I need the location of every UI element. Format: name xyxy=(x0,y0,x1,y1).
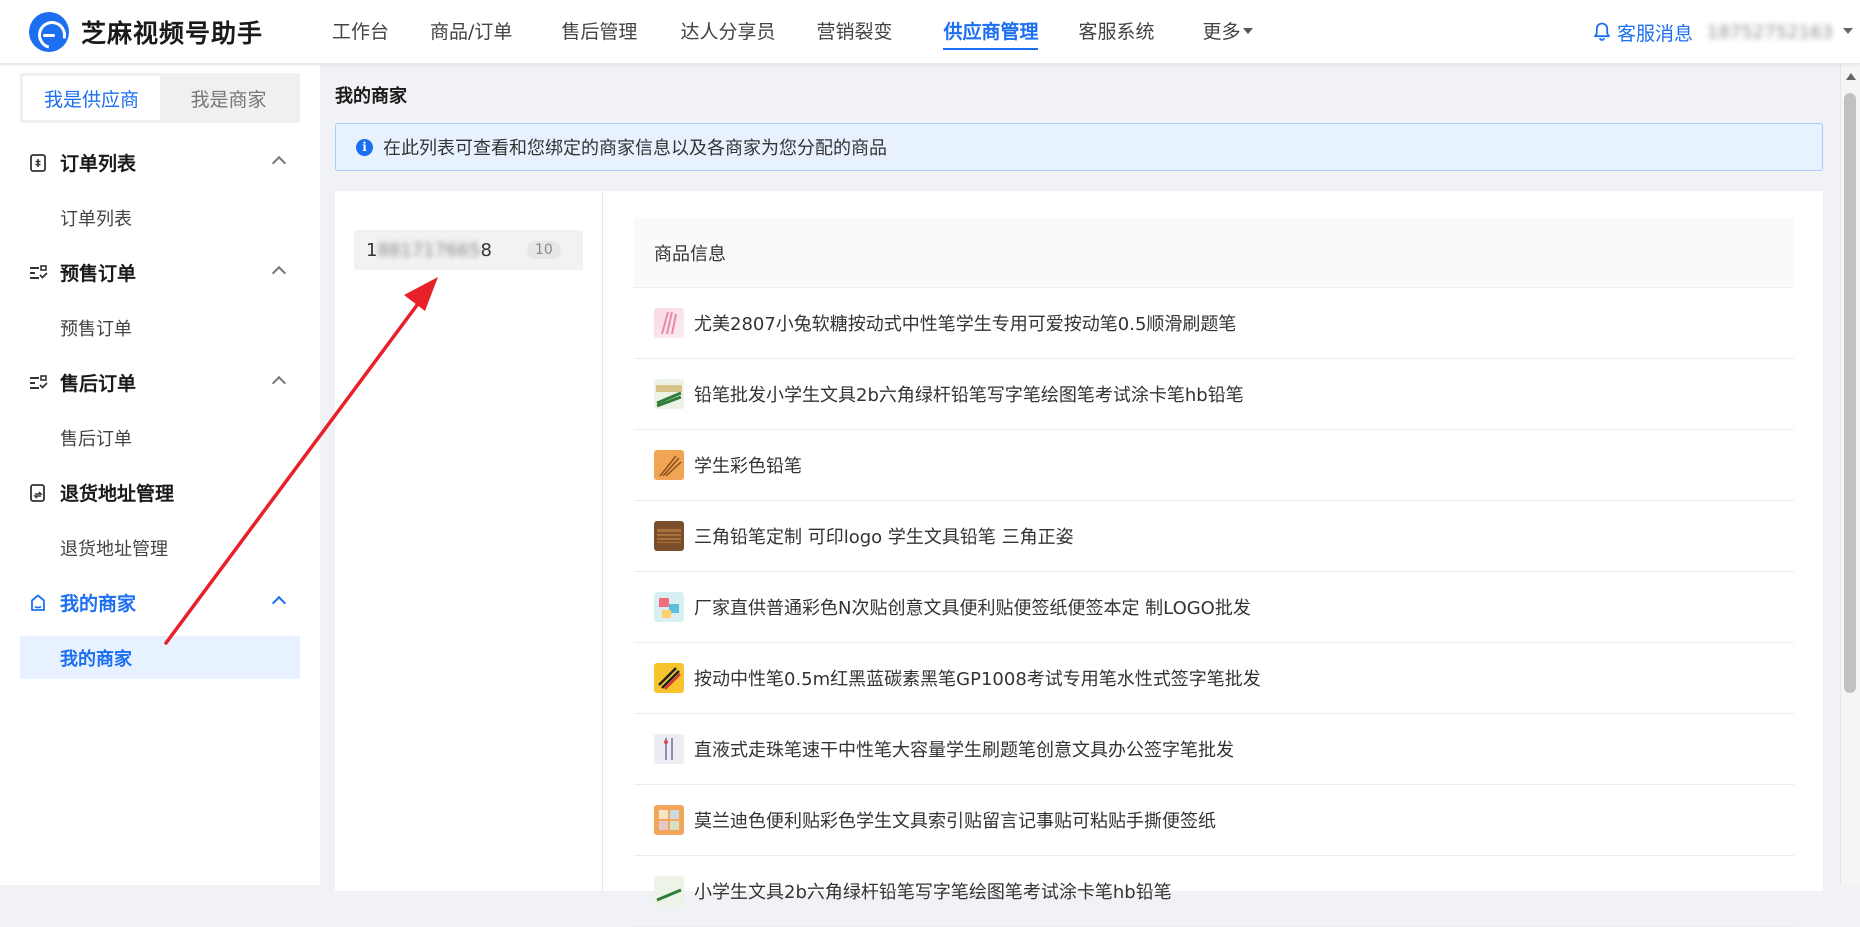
sidebar: 我是供应商 我是商家 订单列表 订单列表 预售订单 预售订单 售后订单 售后订单… xyxy=(0,65,320,885)
chevron-up-icon xyxy=(271,595,287,611)
product-name: 直液式走珠笔速干中性笔大容量学生刷题笔创意文具办公签字笔批发 xyxy=(694,740,1234,761)
service-messages-link[interactable]: 客服消息 xyxy=(1593,0,1693,64)
info-alert-text: 在此列表可查看和您绑定的商家信息以及各商家为您分配的商品 xyxy=(383,138,887,159)
product-thumbnail xyxy=(654,876,684,906)
service-messages-label: 客服消息 xyxy=(1617,22,1694,45)
product-thumbnail xyxy=(654,663,684,693)
product-name: 铅笔批发小学生文具2b六角绿杆铅笔写字笔绘图笔考试涂卡笔hb铅笔 xyxy=(694,385,1244,406)
chevron-down-icon xyxy=(1242,28,1253,34)
app-title: 芝麻视频号助手 xyxy=(81,19,264,48)
table-row[interactable]: 铅笔批发小学生文具2b六角绿杆铅笔写字笔绘图笔考试涂卡笔hb铅笔 xyxy=(634,359,1794,430)
nav-aftersale[interactable]: 售后管理 xyxy=(561,0,637,64)
product-name: 按动中性笔0.5m红黑蓝碳素黑笔GP1008考试专用笔水性式签字笔批发 xyxy=(694,669,1261,690)
role-merchant-tab[interactable]: 我是商家 xyxy=(160,76,297,120)
product-name: 三角铅笔定制 可印logo 学生文具铅笔 三角正姿 xyxy=(694,527,1074,548)
info-icon: i xyxy=(356,138,373,156)
product-thumbnail xyxy=(654,805,684,835)
merchant-list: 18817176658 10 xyxy=(335,191,603,891)
table-row[interactable]: 小学生文具2b六角绿杆铅笔写字笔绘图笔考试涂卡笔hb铅笔 xyxy=(634,856,1794,927)
table-row[interactable]: 学生彩色铅笔 xyxy=(634,430,1794,501)
merchant-product-count: 10 xyxy=(527,241,561,259)
chevron-up-icon xyxy=(271,265,287,281)
product-name: 厂家直供普通彩色N次贴创意文具便利贴便签纸便签本定 制LOGO批发 xyxy=(694,598,1251,619)
merchant-name: 18817176658 xyxy=(366,239,492,261)
nav-sharers[interactable]: 达人分享员 xyxy=(680,0,775,64)
table-row[interactable]: 按动中性笔0.5m红黑蓝碳素黑笔GP1008考试专用笔水性式签字笔批发 xyxy=(634,643,1794,714)
page-title: 我的商家 xyxy=(335,86,407,107)
chevron-up-icon xyxy=(271,375,287,391)
content-panel: 18817176658 10 商品信息 尤美2807小兔软糖按动式中性笔学生专用… xyxy=(335,191,1823,927)
menu-group-title: 订单列表 xyxy=(60,153,137,175)
sidebar-item-presale[interactable]: 预售订单 xyxy=(0,300,320,355)
table-row[interactable]: 尤美2807小兔软糖按动式中性笔学生专用可爱按动笔0.5顺滑刷题笔 xyxy=(634,288,1794,359)
merchant-icon xyxy=(31,594,45,611)
menu-group-title: 我的商家 xyxy=(60,593,137,615)
nav-workbench[interactable]: 工作台 xyxy=(332,0,389,64)
main-content: 我的商家 i 在此列表可查看和您绑定的商家信息以及各商家为您分配的商品 1881… xyxy=(320,65,1840,927)
sidebar-item-order-list[interactable]: 订单列表 xyxy=(0,190,320,245)
product-name: 尤美2807小兔软糖按动式中性笔学生专用可爱按动笔0.5顺滑刷题笔 xyxy=(694,314,1237,335)
product-table-header: 商品信息 xyxy=(634,218,1794,288)
product-thumbnail xyxy=(654,592,684,622)
chevron-up-icon xyxy=(271,155,287,171)
scrollbar-thumb[interactable] xyxy=(1844,93,1856,693)
page-scrollbar[interactable] xyxy=(1840,65,1860,885)
nav-marketing[interactable]: 营销裂变 xyxy=(816,0,892,64)
nav-more[interactable]: 更多 xyxy=(1203,0,1253,64)
merchant-list-item[interactable]: 18817176658 10 xyxy=(354,230,583,270)
info-alert: i 在此列表可查看和您绑定的商家信息以及各商家为您分配的商品 xyxy=(335,123,1823,171)
sidebar-item-aftersale[interactable]: 售后订单 xyxy=(0,410,320,465)
aftersale-icon xyxy=(30,374,48,389)
product-thumbnail xyxy=(654,379,684,409)
table-row[interactable]: 莫兰迪色便利贴彩色学生文具索引贴留言记事贴可粘贴手撕便签纸 xyxy=(634,785,1794,856)
bell-icon xyxy=(1594,22,1610,41)
logo-icon xyxy=(29,12,69,52)
product-name: 莫兰迪色便利贴彩色学生文具索引贴留言记事贴可粘贴手撕便签纸 xyxy=(694,811,1216,832)
menu-group-title: 预售订单 xyxy=(60,263,137,285)
sidebar-item-return-address[interactable]: 退货地址管理 xyxy=(0,520,320,575)
account-phone: 18752752163 xyxy=(1707,21,1833,43)
role-supplier-tab[interactable]: 我是供应商 xyxy=(23,76,160,120)
nav-supplier-management[interactable]: 供应商管理 xyxy=(943,0,1039,64)
nav-products-orders[interactable]: 商品/订单 xyxy=(430,0,512,64)
account-menu[interactable]: 18752752163 xyxy=(1707,0,1853,64)
table-row[interactable]: 三角铅笔定制 可印logo 学生文具铅笔 三角正姿 xyxy=(634,501,1794,572)
menu-group-title: 售后订单 xyxy=(60,373,137,395)
product-thumbnail xyxy=(654,450,684,480)
return-address-icon xyxy=(30,483,45,502)
sidebar-menu: 订单列表 订单列表 预售订单 预售订单 售后订单 售后订单 退货地址管理 退货地… xyxy=(0,135,320,685)
product-table: 商品信息 尤美2807小兔软糖按动式中性笔学生专用可爱按动笔0.5顺滑刷题笔 铅… xyxy=(634,218,1794,927)
main-nav: 工作台 商品/订单 售后管理 达人分享员 营销裂变 供应商管理 客服系统 更多 xyxy=(306,0,1253,64)
chevron-down-icon xyxy=(1842,27,1853,34)
nav-more-label: 更多 xyxy=(1202,21,1241,43)
top-header: 芝麻视频号助手 工作台 商品/订单 售后管理 达人分享员 营销裂变 供应商管理 … xyxy=(0,0,1860,64)
order-list-icon xyxy=(30,153,46,172)
table-row[interactable]: 厂家直供普通彩色N次贴创意文具便利贴便签纸便签本定 制LOGO批发 xyxy=(634,572,1794,643)
product-thumbnail xyxy=(654,734,684,764)
menu-group-presale[interactable]: 预售订单 xyxy=(0,245,320,300)
product-thumbnail xyxy=(654,308,684,338)
menu-group-return-address[interactable]: 退货地址管理 xyxy=(0,465,320,520)
menu-group-order-list[interactable]: 订单列表 xyxy=(0,135,320,190)
nav-customer-service[interactable]: 客服系统 xyxy=(1078,0,1154,64)
menu-group-title: 退货地址管理 xyxy=(60,483,175,505)
product-name: 学生彩色铅笔 xyxy=(694,456,802,477)
product-name: 小学生文具2b六角绿杆铅笔写字笔绘图笔考试涂卡笔hb铅笔 xyxy=(694,882,1172,903)
product-thumbnail xyxy=(654,521,684,551)
role-switch: 我是供应商 我是商家 xyxy=(20,73,300,123)
sidebar-item-my-merchants[interactable]: 我的商家 xyxy=(20,636,300,679)
menu-group-my-merchants[interactable]: 我的商家 xyxy=(0,575,320,630)
scroll-up-icon[interactable] xyxy=(1846,73,1856,80)
app-logo[interactable]: 芝麻视频号助手 xyxy=(29,12,263,52)
table-row[interactable]: 直液式走珠笔速干中性笔大容量学生刷题笔创意文具办公签字笔批发 xyxy=(634,714,1794,785)
menu-group-aftersale[interactable]: 售后订单 xyxy=(0,355,320,410)
presale-icon xyxy=(30,264,48,279)
